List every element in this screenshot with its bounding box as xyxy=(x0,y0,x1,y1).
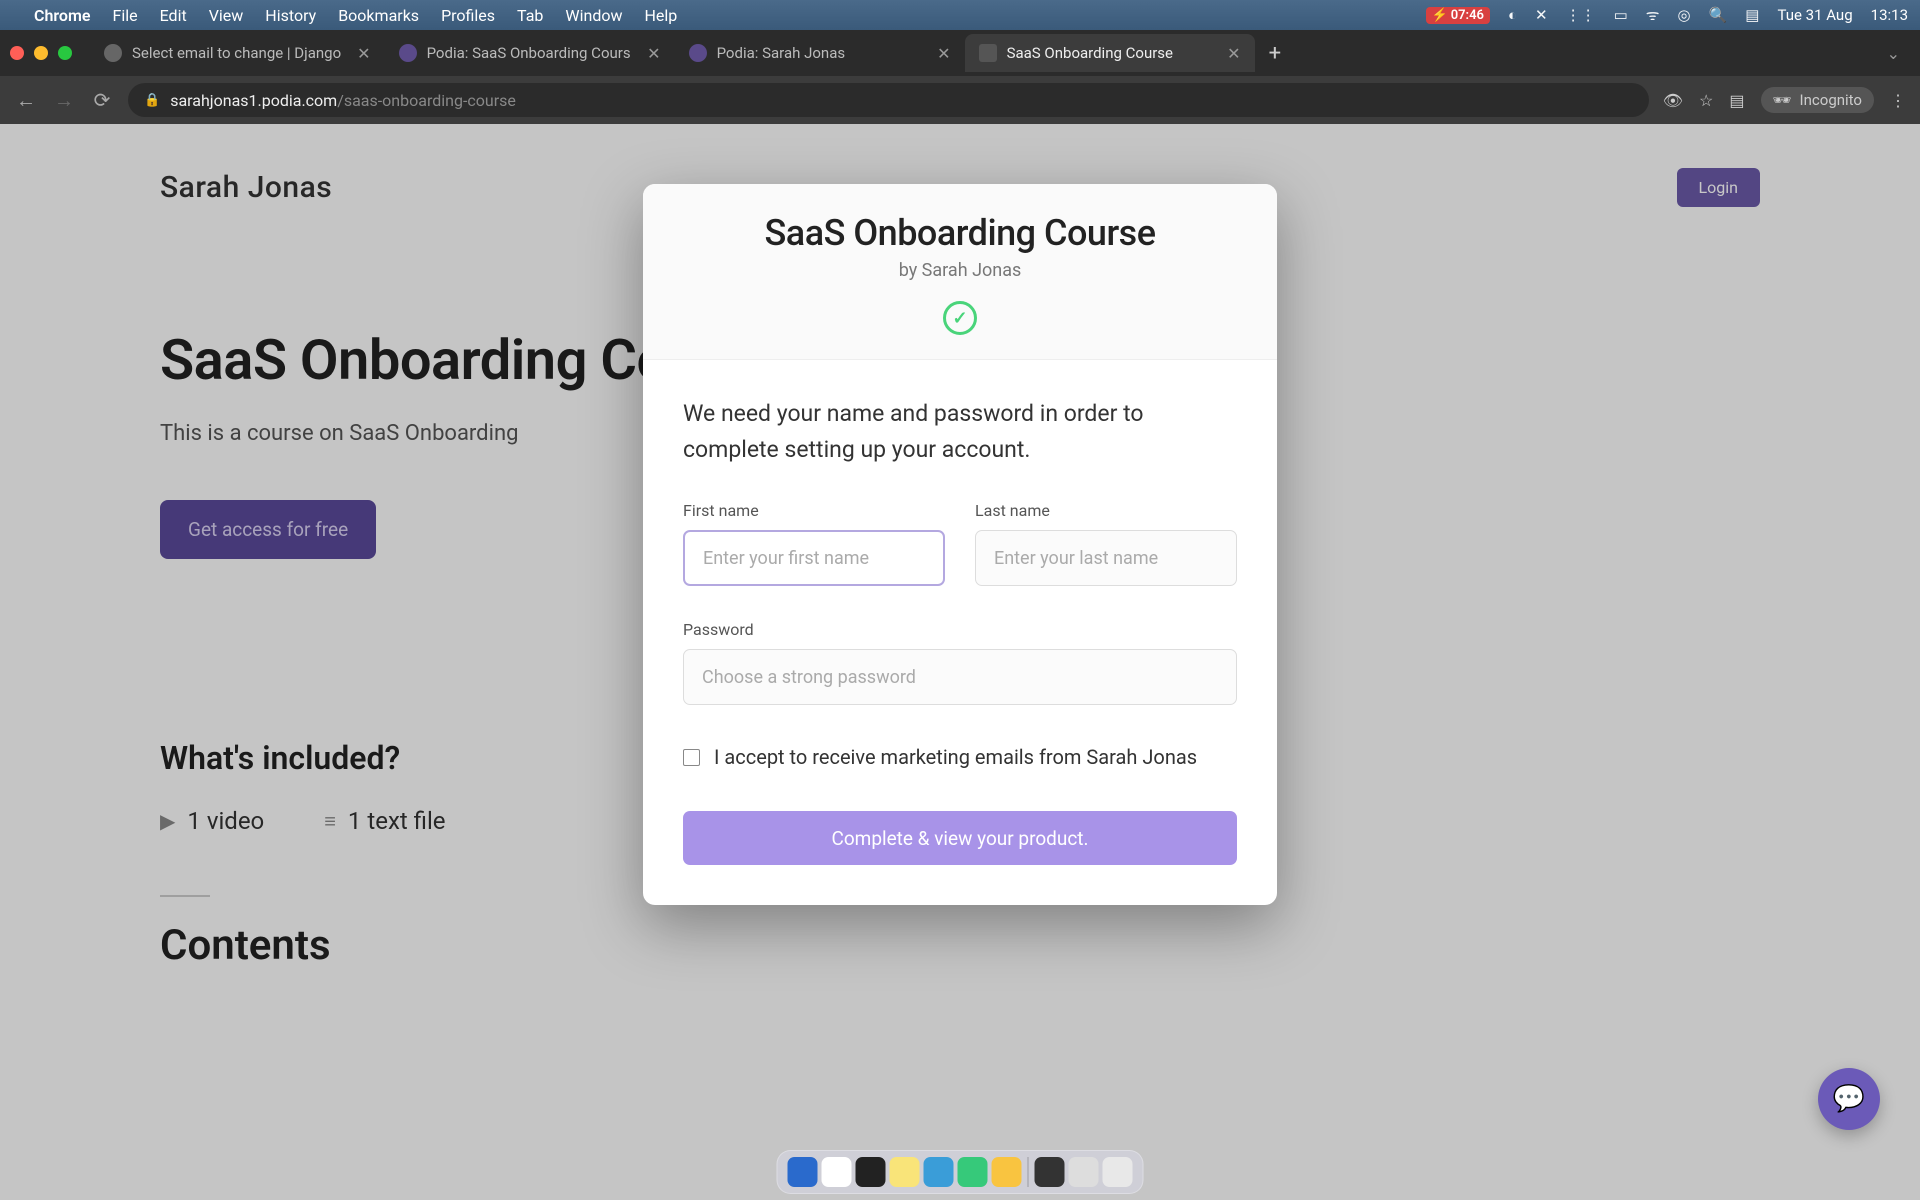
dock-app-icon[interactable] xyxy=(992,1157,1022,1187)
last-name-input[interactable] xyxy=(975,530,1237,586)
browser-menu-button[interactable]: ⋮ xyxy=(1890,91,1906,110)
menu-window[interactable]: Window xyxy=(565,6,622,25)
browser-toolbar: ← → ⟳ 🔒 sarahjonas1.podia.com/saas-onboa… xyxy=(0,76,1920,124)
chat-fab-button[interactable]: 💬 xyxy=(1818,1068,1880,1130)
spotlight-icon[interactable]: 🔍 xyxy=(1709,6,1728,24)
first-name-input[interactable] xyxy=(683,530,945,586)
new-tab-button[interactable]: + xyxy=(1255,41,1295,66)
dock-finder-icon[interactable] xyxy=(788,1157,818,1187)
eye-off-icon[interactable]: 👁 xyxy=(1663,91,1683,110)
menu-history[interactable]: History xyxy=(265,6,316,25)
dock-chrome-icon[interactable] xyxy=(822,1157,852,1187)
tab-favicon-globe-icon xyxy=(104,44,122,62)
tab-title: Select email to change | Django xyxy=(132,44,341,62)
menu-profiles[interactable]: Profiles xyxy=(441,6,495,25)
dock-quicktime-icon[interactable] xyxy=(924,1157,954,1187)
url-domain: sarahjonas1.podia.com xyxy=(170,91,337,110)
window-controls xyxy=(10,46,72,60)
incognito-badge[interactable]: 🕶 Incognito xyxy=(1761,87,1875,113)
lock-icon: 🔒 xyxy=(144,93,160,108)
tab-favicon-podia-icon xyxy=(689,44,707,62)
browser-tab-2[interactable]: Podia: SaaS Onboarding Cours ✕ xyxy=(385,34,675,72)
menubar-left: Chrome File Edit View History Bookmarks … xyxy=(12,6,677,25)
dock-app-icon[interactable] xyxy=(1069,1157,1099,1187)
menu-icon[interactable]: ⋮⋮ xyxy=(1566,6,1596,24)
signup-modal: SaaS Onboarding Course by Sarah Jonas ✓ … xyxy=(643,184,1277,905)
submit-button[interactable]: Complete & view your product. xyxy=(683,811,1237,865)
browser-tab-strip: Select email to change | Django ✕ Podia:… xyxy=(0,30,1920,76)
last-name-label: Last name xyxy=(975,501,1237,520)
modal-header: SaaS Onboarding Course by Sarah Jonas ✓ xyxy=(643,184,1277,360)
tool-icon[interactable]: ✕ xyxy=(1535,6,1548,24)
nav-reload-button[interactable]: ⟳ xyxy=(90,88,114,112)
tab-overflow-button[interactable]: ⌄ xyxy=(1877,44,1910,63)
reading-list-icon[interactable]: ▤ xyxy=(1729,91,1744,110)
tab-title: SaaS Onboarding Course xyxy=(1007,44,1212,62)
battery-icon[interactable]: ▭ xyxy=(1614,6,1628,24)
dock-app-icon[interactable] xyxy=(1035,1157,1065,1187)
menubar-right: ⚡07:46 ◐ ✕ ⋮⋮ ▭ ᯤ ◎ 🔍 ▤ Tue 31 Aug 13:13 xyxy=(1426,5,1908,25)
first-name-label: First name xyxy=(683,501,945,520)
toolbar-right: 👁 ☆ ▤ 🕶 Incognito ⋮ xyxy=(1663,87,1906,113)
dock-notes-icon[interactable] xyxy=(890,1157,920,1187)
tab-close-button[interactable]: ✕ xyxy=(937,44,950,63)
modal-body: We need your name and password in order … xyxy=(643,360,1277,905)
tab-close-button[interactable]: ✕ xyxy=(647,44,660,63)
bookmark-star-icon[interactable]: ☆ xyxy=(1699,91,1713,110)
url-path: /saas-onboarding-course xyxy=(337,91,516,110)
tab-close-button[interactable]: ✕ xyxy=(1227,44,1240,63)
window-close-button[interactable] xyxy=(10,46,24,60)
tab-title: Podia: SaaS Onboarding Cours xyxy=(427,44,632,62)
modal-intro-text: We need your name and password in order … xyxy=(683,396,1237,467)
page-viewport: Sarah Jonas Login SaaS Onboarding Course… xyxy=(0,124,1920,1200)
modal-overlay[interactable]: SaaS Onboarding Course by Sarah Jonas ✓ … xyxy=(0,124,1920,1200)
menubar-date[interactable]: Tue 31 Aug xyxy=(1777,6,1852,24)
menu-edit[interactable]: Edit xyxy=(160,6,187,25)
incognito-icon: 🕶 xyxy=(1773,91,1792,109)
browser-tab-1[interactable]: Select email to change | Django ✕ xyxy=(90,34,385,72)
menu-help[interactable]: Help xyxy=(645,6,678,25)
control-center-icon[interactable]: ◎ xyxy=(1677,6,1690,24)
marketing-checkbox[interactable] xyxy=(683,749,700,766)
menubar-time[interactable]: 13:13 xyxy=(1871,6,1908,24)
menu-file[interactable]: File xyxy=(113,6,138,25)
window-zoom-button[interactable] xyxy=(58,46,72,60)
wifi-icon[interactable]: ᯤ xyxy=(1646,5,1660,25)
menubar-app-name[interactable]: Chrome xyxy=(34,6,91,25)
password-label: Password xyxy=(683,620,1237,639)
window-minimize-button[interactable] xyxy=(34,46,48,60)
tab-favicon-podia-icon xyxy=(399,44,417,62)
menu-view[interactable]: View xyxy=(209,6,244,25)
dock-app-icon[interactable] xyxy=(958,1157,988,1187)
nav-forward-button[interactable]: → xyxy=(52,88,76,113)
tab-title: Podia: Sarah Jonas xyxy=(717,44,922,62)
dock-terminal-icon[interactable] xyxy=(856,1157,886,1187)
macos-dock xyxy=(777,1150,1144,1194)
marketing-checkbox-row[interactable]: I accept to receive marketing emails fro… xyxy=(683,745,1237,769)
password-input[interactable] xyxy=(683,649,1237,705)
menu-tab[interactable]: Tab xyxy=(517,6,543,25)
siri-icon[interactable]: ▤ xyxy=(1745,6,1759,24)
browser-tab-3[interactable]: Podia: Sarah Jonas ✕ xyxy=(675,34,965,72)
tab-favicon-site-icon xyxy=(979,44,997,62)
menu-bookmarks[interactable]: Bookmarks xyxy=(338,6,419,25)
modal-title: SaaS Onboarding Course xyxy=(683,212,1237,254)
battery-indicator[interactable]: ⚡07:46 xyxy=(1426,7,1490,24)
marketing-label: I accept to receive marketing emails fro… xyxy=(714,745,1197,769)
success-check-icon: ✓ xyxy=(943,301,977,335)
nav-back-button[interactable]: ← xyxy=(14,88,38,113)
address-bar[interactable]: 🔒 sarahjonas1.podia.com/saas-onboarding-… xyxy=(128,83,1649,117)
tab-close-button[interactable]: ✕ xyxy=(357,44,370,63)
chat-icon: 💬 xyxy=(1833,1084,1865,1114)
browser-tab-4[interactable]: SaaS Onboarding Course ✕ xyxy=(965,34,1255,72)
dock-trash-icon[interactable] xyxy=(1103,1157,1133,1187)
macos-menubar: Chrome File Edit View History Bookmarks … xyxy=(0,0,1920,30)
modal-byline: by Sarah Jonas xyxy=(683,260,1237,281)
dock-separator xyxy=(1028,1157,1029,1187)
toggl-icon[interactable]: ◐ xyxy=(1508,6,1517,24)
